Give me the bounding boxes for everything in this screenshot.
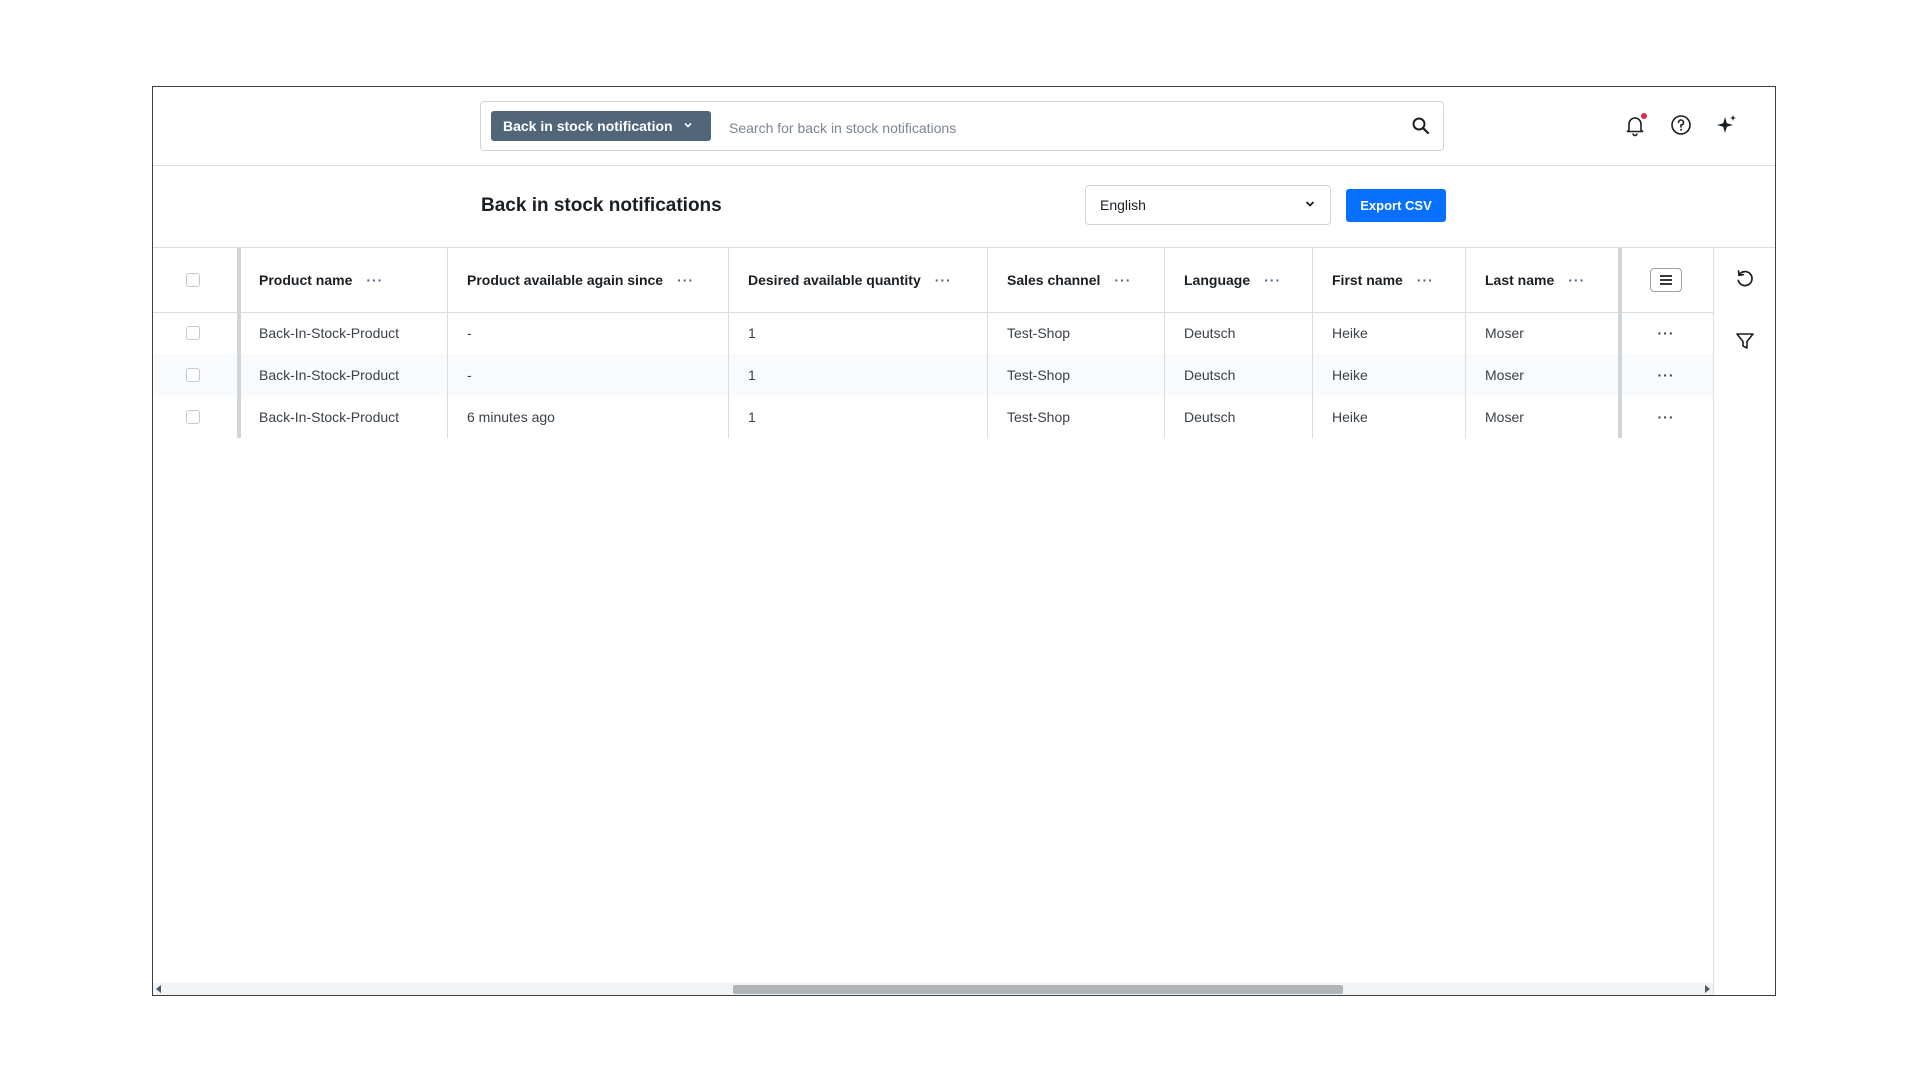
column-settings-button[interactable]	[1650, 268, 1682, 292]
column-divider	[1465, 248, 1466, 438]
cell-language: Deutsch	[1184, 367, 1236, 383]
help-icon[interactable]	[1669, 113, 1693, 137]
bell-icon[interactable]	[1623, 113, 1647, 137]
column-menu-icon[interactable]: ···	[1417, 272, 1434, 288]
row-actions-icon[interactable]: ···	[1619, 354, 1713, 396]
scrollbar-thumb[interactable]	[733, 985, 1343, 994]
language-select[interactable]: English	[1085, 185, 1331, 225]
cell-first-name: Heike	[1332, 367, 1368, 383]
global-search: Back in stock notification	[480, 101, 1444, 151]
filter-icon[interactable]	[1734, 330, 1756, 352]
list-icon	[1660, 275, 1672, 285]
chevron-down-icon	[1304, 197, 1316, 213]
column-header[interactable]: Language ···	[1164, 248, 1312, 312]
cell-available-since: -	[467, 325, 472, 341]
row-select-cell	[153, 354, 239, 396]
cell-language: Deutsch	[1184, 409, 1236, 425]
column-title: Product name	[259, 272, 353, 288]
notification-dot	[1641, 113, 1647, 119]
scroll-left-icon[interactable]	[156, 985, 161, 993]
top-actions	[1623, 113, 1739, 137]
horizontal-scrollbar[interactable]	[153, 983, 1713, 995]
column-settings-cell	[1619, 248, 1713, 312]
column-title: Desired available quantity	[748, 272, 921, 288]
row-actions-icon[interactable]: ···	[1619, 312, 1713, 354]
column-menu-icon[interactable]: ···	[1264, 272, 1281, 288]
column-menu-icon[interactable]: ···	[1568, 272, 1585, 288]
search-icon[interactable]	[1411, 116, 1431, 136]
column-menu-icon[interactable]: ···	[935, 272, 952, 288]
export-csv-button[interactable]: Export CSV	[1346, 189, 1446, 222]
column-header[interactable]: Last name ···	[1465, 248, 1619, 312]
chevron-down-icon	[683, 120, 693, 133]
scroll-right-icon[interactable]	[1705, 985, 1710, 993]
table-row[interactable]: Back-In-Stock-Product - 1 Test-Shop Deut…	[153, 312, 1713, 354]
column-menu-icon[interactable]: ···	[366, 272, 383, 288]
app-window: Back in stock notification Back	[152, 86, 1776, 996]
row-select-cell	[153, 396, 239, 438]
row-checkbox[interactable]	[186, 410, 200, 424]
cell-desired-quantity: 1	[748, 367, 756, 383]
column-title: Last name	[1485, 272, 1555, 288]
column-title: First name	[1332, 272, 1403, 288]
column-header[interactable]: Product name ···	[239, 248, 447, 312]
cell-desired-quantity: 1	[748, 325, 756, 341]
cell-last-name: Moser	[1485, 409, 1524, 425]
table-row[interactable]: Back-In-Stock-Product - 1 Test-Shop Deut…	[153, 354, 1713, 396]
cell-product-name[interactable]: Back-In-Stock-Product	[239, 396, 447, 438]
top-bar: Back in stock notification	[153, 87, 1775, 166]
page-title: Back in stock notifications	[481, 195, 722, 216]
row-checkbox[interactable]	[186, 326, 200, 340]
search-input[interactable]	[727, 114, 1381, 142]
select-all-cell	[153, 248, 239, 312]
column-header[interactable]: Product available again since ···	[447, 248, 728, 312]
row-checkbox[interactable]	[186, 368, 200, 382]
column-menu-icon[interactable]: ···	[1114, 272, 1131, 288]
select-all-checkbox[interactable]	[186, 273, 200, 287]
column-divider	[987, 248, 988, 438]
cell-available-since: -	[467, 367, 472, 383]
cell-sales-channel: Test-Shop	[1007, 367, 1071, 383]
search-type-dropdown[interactable]: Back in stock notification	[491, 111, 711, 141]
column-header[interactable]: Desired available quantity ···	[728, 248, 987, 312]
column-menu-icon[interactable]: ···	[677, 272, 694, 288]
column-header[interactable]: First name ···	[1312, 248, 1465, 312]
row-actions-icon[interactable]: ···	[1619, 396, 1713, 438]
column-divider	[1312, 248, 1313, 438]
table-header: Product name ··· Product available again …	[153, 248, 1713, 313]
refresh-icon[interactable]	[1734, 268, 1756, 290]
column-divider	[447, 248, 448, 438]
column-divider	[1164, 248, 1165, 438]
column-title: Product available again since	[467, 272, 664, 288]
cell-product-name[interactable]: Back-In-Stock-Product	[239, 312, 447, 354]
cell-sales-channel: Test-Shop	[1007, 325, 1071, 341]
grid-sidebar	[1713, 248, 1775, 995]
cell-last-name: Moser	[1485, 325, 1524, 341]
cell-language: Deutsch	[1184, 325, 1236, 341]
column-divider	[1618, 248, 1622, 438]
cell-available-since: 6 minutes ago	[467, 409, 555, 425]
language-select-value: English	[1100, 197, 1146, 213]
sparkle-icon[interactable]	[1715, 113, 1739, 137]
column-divider	[728, 248, 729, 438]
cell-last-name: Moser	[1485, 367, 1524, 383]
row-select-cell	[153, 312, 239, 354]
cell-sales-channel: Test-Shop	[1007, 409, 1071, 425]
cell-first-name: Heike	[1332, 325, 1368, 341]
table-row[interactable]: Back-In-Stock-Product 6 minutes ago 1 Te…	[153, 396, 1713, 438]
column-title: Language	[1184, 272, 1251, 288]
cell-product-name[interactable]: Back-In-Stock-Product	[239, 354, 447, 396]
column-divider	[237, 248, 241, 438]
cell-first-name: Heike	[1332, 409, 1368, 425]
search-type-label: Back in stock notification	[503, 118, 673, 134]
column-title: Sales channel	[1007, 272, 1101, 288]
column-header[interactable]: Sales channel ···	[987, 248, 1164, 312]
cell-desired-quantity: 1	[748, 409, 756, 425]
